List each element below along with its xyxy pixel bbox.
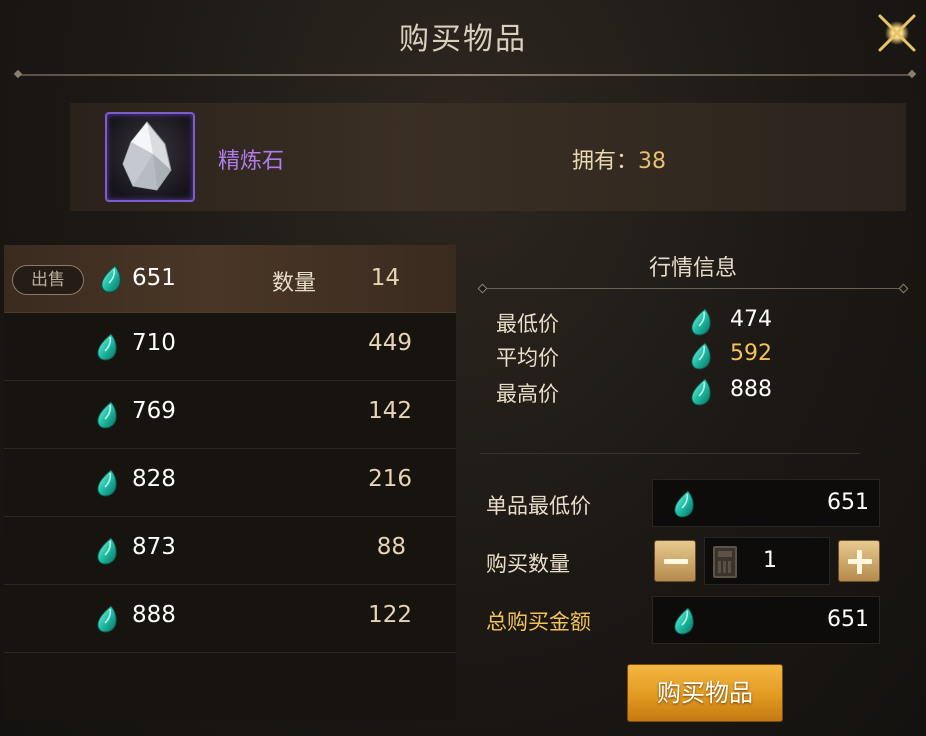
refining-stone-icon — [122, 121, 172, 191]
close-icon — [878, 14, 916, 52]
teal-gem-icon — [96, 605, 118, 633]
owned-label: 拥有： — [572, 149, 639, 174]
total-amount-label: 总购买金额 — [486, 610, 591, 634]
total-amount-value: 651 — [827, 607, 869, 632]
market-divider — [482, 288, 904, 289]
teal-gem-icon — [100, 265, 122, 293]
section-divider — [480, 453, 860, 454]
listing-quantity: 449 — [368, 330, 412, 356]
max-price-label: 最高价 — [496, 382, 559, 406]
listing-quantity: 14 — [370, 265, 400, 291]
dialog-title: 购买物品 — [399, 22, 527, 57]
listing-quantity: 142 — [368, 398, 412, 424]
item-info-bar — [70, 103, 906, 211]
owned-count-display: 拥有：38 — [572, 143, 666, 175]
max-price-value: 888 — [730, 377, 772, 402]
avg-price-value: 592 — [730, 341, 772, 366]
avg-price-label: 平均价 — [496, 346, 559, 370]
listing-quantity: 122 — [368, 602, 412, 628]
teal-gem-icon — [690, 342, 712, 370]
teal-gem-icon — [673, 607, 695, 635]
quantity-input[interactable]: 1 — [704, 537, 830, 585]
market-info-title: 行情信息 — [648, 256, 737, 281]
teal-gem-icon — [673, 490, 695, 518]
teal-gem-icon — [690, 308, 712, 336]
title-divider — [18, 74, 912, 76]
listing-row[interactable]: 710 449 — [4, 313, 456, 381]
plus-button[interactable] — [838, 540, 880, 582]
listing-price: 651 — [132, 265, 176, 291]
unit-price-value: 651 — [827, 490, 869, 515]
total-amount-field: 651 — [652, 596, 880, 644]
listing-row[interactable]: 873 88 — [4, 517, 456, 585]
close-button[interactable] — [874, 10, 920, 56]
listing-price: 873 — [132, 534, 176, 560]
calculator-icon[interactable] — [713, 546, 737, 578]
teal-gem-icon — [96, 401, 118, 429]
unit-price-field: 651 — [652, 479, 880, 527]
listing-row[interactable]: 出售 651 数量 14 — [4, 245, 456, 313]
listing-quantity: 88 — [376, 534, 406, 560]
teal-gem-icon — [690, 378, 712, 406]
quantity-label: 数量 — [272, 271, 317, 296]
item-name: 精炼石 — [218, 149, 285, 174]
buy-button[interactable]: 购买物品 — [627, 664, 783, 722]
listing-row[interactable]: 828 216 — [4, 449, 456, 517]
teal-gem-icon — [96, 333, 118, 361]
listing-price: 888 — [132, 602, 176, 628]
min-price-label: 最低价 — [496, 312, 559, 336]
quantity-label: 购买数量 — [486, 552, 570, 576]
sell-listings: 出售 651 数量 14 710 449 769 142 828 216 873… — [4, 245, 456, 720]
owned-count: 38 — [638, 149, 667, 174]
teal-gem-icon — [96, 469, 118, 497]
min-price-value: 474 — [730, 307, 772, 332]
item-slot[interactable] — [105, 112, 195, 202]
listing-price: 769 — [132, 398, 176, 424]
listing-row[interactable]: 769 142 — [4, 381, 456, 449]
teal-gem-icon — [96, 537, 118, 565]
purchase-panel: 购买物品 精炼石 拥有：38 出售 651 数量 14 710 449 769 … — [0, 0, 926, 736]
listing-price: 710 — [132, 330, 176, 356]
listing-price: 828 — [132, 466, 176, 492]
listing-row[interactable]: 888 122 — [4, 585, 456, 653]
unit-price-label: 单品最低价 — [486, 494, 591, 518]
minus-button[interactable] — [654, 540, 696, 582]
quantity-value: 1 — [763, 548, 777, 573]
listing-quantity: 216 — [368, 466, 412, 492]
sell-badge: 出售 — [12, 265, 84, 295]
